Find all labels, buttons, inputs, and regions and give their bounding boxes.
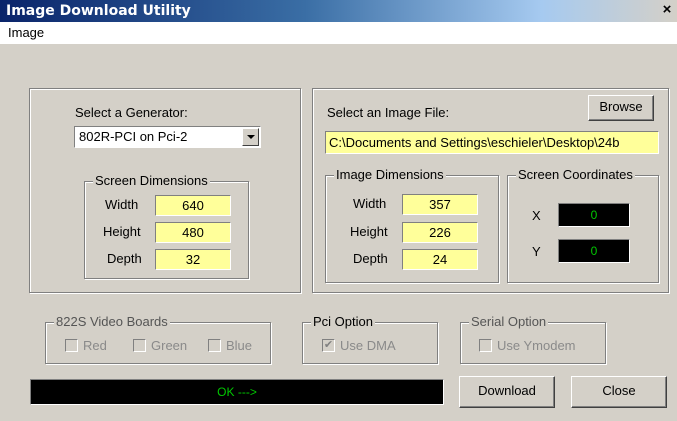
window-title: Image Download Utility [6, 3, 191, 19]
image-width-field[interactable]: 357 [402, 194, 478, 215]
menu-bar: Image [0, 22, 677, 44]
close-icon[interactable]: × [659, 2, 675, 18]
image-dimensions-legend: Image Dimensions [334, 167, 446, 182]
use-ymodem-label: Use Ymodem [497, 338, 576, 353]
coord-y-display: 0 [558, 239, 630, 263]
generator-panel: Select a Generator: 802R-PCI on Pci-2 Sc… [29, 88, 301, 293]
image-depth-label: Depth [353, 251, 388, 266]
screen-dimensions-legend: Screen Dimensions [93, 173, 210, 188]
blue-checkbox[interactable]: Blue [208, 338, 252, 353]
generator-select[interactable]: 802R-PCI on Pci-2 [74, 126, 261, 148]
image-dimensions-group: Image Dimensions Width 357 Height 226 De… [325, 167, 499, 283]
video-boards-group: 822S Video Boards Red Green Blue [45, 314, 271, 364]
screen-width-field[interactable]: 640 [155, 195, 231, 216]
coord-y-label: Y [532, 244, 541, 259]
red-checkbox-box[interactable] [65, 339, 78, 352]
image-height-field[interactable]: 226 [402, 222, 478, 243]
image-path-field[interactable]: C:\Documents and Settings\eschieler\Desk… [325, 131, 659, 154]
image-height-label: Height [350, 224, 388, 239]
pci-option-legend: Pci Option [311, 314, 375, 329]
screen-depth-field[interactable]: 32 [155, 249, 231, 270]
screen-width-label: Width [105, 197, 139, 212]
image-width-label: Width [353, 196, 387, 211]
use-ymodem-checkbox[interactable]: Use Ymodem [479, 338, 576, 353]
serial-option-legend: Serial Option [469, 314, 549, 329]
coord-x-label: X [532, 208, 541, 223]
green-checkbox-box[interactable] [133, 339, 146, 352]
use-dma-label: Use DMA [340, 338, 396, 353]
green-checkbox-label: Green [151, 338, 188, 353]
serial-option-group: Serial Option Use Ymodem [460, 314, 606, 364]
screen-dimensions-group: Screen Dimensions Width 640 Height 480 D… [84, 173, 249, 279]
chevron-down-icon[interactable] [242, 128, 259, 146]
blue-checkbox-label: Blue [226, 338, 253, 353]
video-boards-legend: 822S Video Boards [54, 314, 170, 329]
close-button[interactable]: Close [571, 376, 667, 408]
screen-height-field[interactable]: 480 [155, 222, 231, 243]
blue-checkbox-box[interactable] [208, 339, 221, 352]
title-bar[interactable]: Image Download Utility × [0, 0, 677, 22]
use-dma-checkbox[interactable]: ✔ Use DMA [322, 338, 396, 353]
browse-button[interactable]: Browse [588, 95, 654, 121]
image-file-label: Select an Image File: [327, 105, 450, 120]
image-panel: Select an Image File: Browse C:\Document… [312, 88, 669, 293]
red-checkbox[interactable]: Red [65, 338, 107, 353]
pci-option-group: Pci Option ✔ Use DMA [302, 314, 438, 364]
red-checkbox-label: Red [83, 338, 107, 353]
screen-coordinates-legend: Screen Coordinates [516, 167, 635, 182]
screen-height-label: Height [103, 224, 141, 239]
green-checkbox[interactable]: Green [133, 338, 187, 353]
generator-selected-value: 802R-PCI on Pci-2 [79, 129, 188, 144]
dialog-window: Image Download Utility × Image Select a … [0, 0, 677, 421]
download-button[interactable]: Download [459, 376, 555, 408]
check-icon[interactable]: ✔ [322, 339, 335, 352]
menu-item-image[interactable]: Image [8, 25, 44, 40]
image-depth-field[interactable]: 24 [402, 249, 478, 270]
screen-depth-label: Depth [107, 251, 142, 266]
coord-x-display: 0 [558, 203, 630, 227]
generator-label: Select a Generator: [75, 105, 188, 120]
status-display: OK ---> [30, 379, 444, 405]
screen-coordinates-group: Screen Coordinates X 0 Y 0 [507, 167, 659, 283]
use-ymodem-checkbox-box[interactable] [479, 339, 492, 352]
